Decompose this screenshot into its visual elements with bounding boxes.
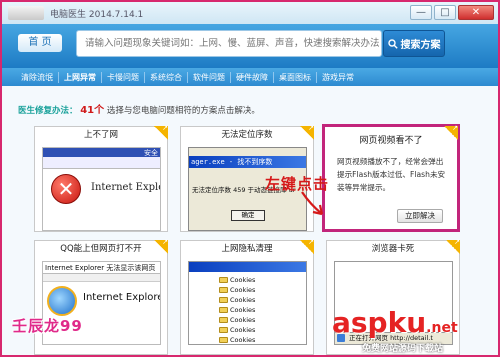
folder-icon	[219, 296, 228, 303]
file-row: Cookies	[219, 305, 255, 314]
card-title: 网页视频看不了	[359, 136, 423, 146]
site-watermark: aspku.net	[332, 306, 458, 339]
app-title: 电脑医生 2014.7.14.1	[50, 7, 143, 20]
search-button[interactable]: 搜索方案	[383, 30, 445, 57]
solutions-summary: 医生修复办法： 41个 选择与您电脑问题相符的方案点击解决。	[18, 101, 260, 116]
site-watermark-main: asp	[332, 306, 388, 339]
thumb-title-bar	[189, 262, 306, 272]
nav-item-hardware[interactable]: 硬件故障	[231, 71, 274, 83]
dialog-ok-button: 确定	[231, 210, 265, 221]
card-title: 上不了网	[83, 130, 118, 140]
corner-arrow-icon	[154, 124, 168, 140]
file-name: Cookies	[230, 305, 256, 314]
corner-arrow-icon	[300, 238, 314, 254]
nav-item-system[interactable]: 系统综合	[145, 71, 188, 83]
card-qq-web[interactable]: QQ能上但网页打不开 Internet Explorer 无法显示该网页 Int…	[34, 238, 168, 355]
card-description: 网页视频播放不了，经常会弹出提示Flash版本过低、Flash未安装等异常提示。	[337, 157, 446, 192]
dialog-title-bar: ager.exe - 找不到序数	[189, 156, 306, 168]
home-button[interactable]: 首 页	[18, 34, 62, 52]
window-controls: — □ ✕	[410, 5, 494, 20]
search-icon	[387, 38, 398, 49]
card-title: 浏览器卡死	[371, 244, 415, 254]
folder-icon	[219, 316, 228, 323]
thumb-toolbar	[43, 274, 160, 282]
card-thumbnail: Cookies Cookies Cookies Cookies Cookies …	[188, 261, 307, 345]
folder-icon	[219, 306, 228, 313]
nav-item-game[interactable]: 游戏异常	[317, 72, 359, 83]
card-no-internet[interactable]: 上不了网 安全 ✕ Internet Explorer	[34, 124, 168, 232]
thumb-text: Internet Explore	[83, 292, 161, 303]
thumb-title-bar: 安全	[43, 148, 160, 157]
corner-arrow-icon	[154, 238, 168, 254]
folder-icon	[219, 286, 228, 293]
site-watermark-sub: 免费网站源码下载站	[362, 344, 444, 354]
search-input[interactable]	[76, 30, 382, 57]
corner-arrow-icon	[446, 238, 460, 254]
error-x-icon: ✕	[51, 174, 81, 204]
file-row: Cookies	[219, 315, 255, 324]
nav-item-clean-rogue[interactable]: 清除流氓	[16, 71, 59, 83]
card-privacy-clean[interactable]: 上网隐私清理 Cookies Cookies Cookies Cookies C…	[180, 238, 314, 355]
corner-arrow-icon	[444, 124, 458, 140]
corner-arrow-icon	[300, 124, 314, 140]
category-nav: 清除流氓 上网异常 卡慢问题 系统综合 软件问题 硬件故障 桌面图标 游戏异常	[2, 68, 498, 86]
nav-item-internet-issue[interactable]: 上网异常	[59, 71, 102, 83]
file-name: Cookies	[230, 285, 256, 294]
folder-icon	[219, 276, 228, 283]
card-web-video[interactable]: 网页视频看不了 网页视频播放不了，经常会弹出提示Flash版本过低、Flash未…	[322, 124, 460, 232]
ie-globe-icon	[47, 286, 77, 316]
file-name: Cookies	[230, 315, 256, 324]
thumb-toolbar	[43, 157, 160, 169]
site-watermark-net: .net	[426, 320, 458, 336]
file-name: Cookies	[230, 335, 256, 344]
file-name: Cookies	[230, 295, 256, 304]
file-name: Cookies	[230, 325, 256, 334]
search-button-label: 搜索方案	[400, 40, 441, 51]
file-name: Cookies	[230, 275, 256, 284]
file-row: Cookies	[219, 325, 255, 334]
file-row: Cookies	[219, 335, 255, 344]
maximize-button[interactable]: □	[434, 5, 456, 20]
author-watermark: 壬辰龙99	[12, 317, 83, 335]
fix-now-button[interactable]: 立即解决	[397, 209, 443, 223]
card-title: 上网隐私清理	[221, 244, 273, 254]
thumb-message: Internet Explorer 无法显示该网页	[43, 262, 160, 274]
solution-count: 41个	[80, 105, 105, 116]
nav-item-desktop-icons[interactable]: 桌面图标	[274, 71, 317, 83]
card-title: QQ能上但网页打不开	[60, 244, 142, 254]
folder-icon	[219, 326, 228, 333]
close-button[interactable]: ✕	[458, 5, 494, 20]
thumb-text: Internet Explorer	[91, 182, 160, 193]
header: 首 页 搜索方案	[2, 24, 498, 68]
app-version: 2014.7.14.1	[88, 10, 144, 20]
summary-desc: 选择与您电脑问题相符的方案点击解决。	[106, 106, 260, 116]
card-title: 无法定位序数	[221, 130, 273, 140]
app-window: 电脑医生 2014.7.14.1 — □ ✕ 首 页 搜索方案 清除流氓 上网异…	[0, 0, 500, 357]
file-row: Cookies	[219, 285, 255, 294]
app-name: 电脑医生	[50, 10, 87, 20]
app-logo	[8, 6, 44, 20]
annotation-arrow-icon	[301, 191, 324, 216]
site-watermark-ku: ku	[387, 306, 427, 339]
nav-item-slow[interactable]: 卡慢问题	[102, 71, 145, 83]
summary-label: 医生修复办法：	[18, 106, 78, 116]
folder-icon	[219, 336, 228, 343]
file-row: Cookies	[219, 275, 255, 284]
minimize-button[interactable]: —	[410, 5, 432, 20]
card-thumbnail: 安全 ✕ Internet Explorer	[42, 147, 161, 231]
nav-item-software[interactable]: 软件问题	[188, 71, 231, 83]
title-bar: 电脑医生 2014.7.14.1 — □ ✕	[2, 2, 498, 24]
file-row: Cookies	[219, 295, 255, 304]
